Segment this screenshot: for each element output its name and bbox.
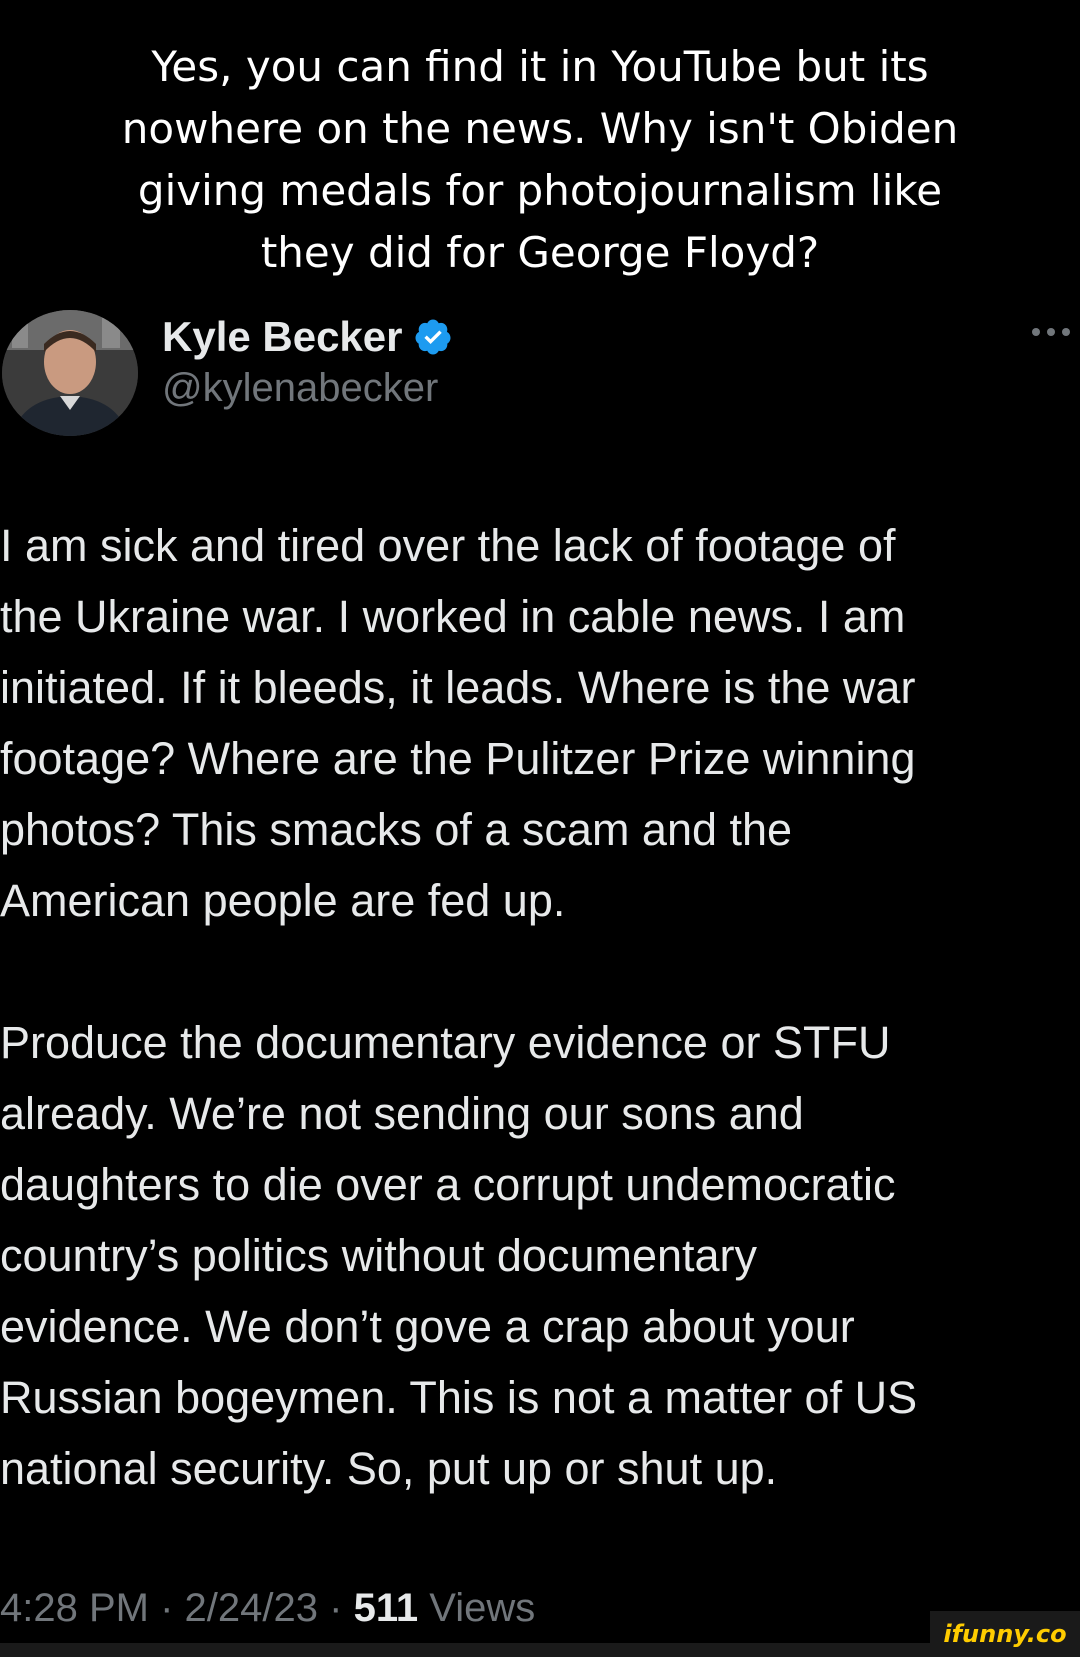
tweet-text: I am sick and tired over the lack of foo… [0, 510, 1080, 1504]
tweet-header: Kyle Becker @kylenabecker [0, 300, 1080, 440]
avatar-portrait-icon [2, 310, 138, 436]
more-options-icon[interactable] [1028, 322, 1074, 342]
tweet-metadata: 4:28 PM · 2/24/23 · 511 Views [0, 1586, 535, 1631]
tweet-time[interactable]: 4:28 PM [0, 1586, 149, 1630]
watermark-text: ifunny.co [943, 1620, 1067, 1648]
handle[interactable]: @kylenabecker [162, 366, 438, 411]
verified-badge-icon [414, 319, 450, 355]
separator: · [329, 1586, 343, 1630]
display-name[interactable]: Kyle Becker [162, 313, 403, 361]
display-name-row: Kyle Becker [162, 312, 453, 362]
views-label: Views [429, 1586, 536, 1630]
tweet-paragraph-2: Produce the documentary evidence or STFU… [0, 1017, 918, 1494]
caption: Yes, you can find it in YouTube but its … [40, 36, 1040, 284]
separator: · [160, 1586, 174, 1630]
caption-line-4: they did for George Floyd? [260, 228, 820, 277]
bottom-bar [0, 1643, 930, 1657]
watermark-logo: ifunny.co [930, 1611, 1080, 1657]
views-count: 511 [353, 1586, 419, 1630]
tweet-paragraph-1: I am sick and tired over the lack of foo… [0, 520, 916, 926]
avatar[interactable] [2, 310, 138, 436]
caption-line-3: giving medals for photojournalism like [137, 166, 943, 215]
caption-line-1: Yes, you can find it in YouTube but its [151, 42, 929, 91]
tweet-date[interactable]: 2/24/23 [185, 1586, 318, 1630]
caption-line-2: nowhere on the news. Why isn't Obiden [121, 104, 959, 153]
